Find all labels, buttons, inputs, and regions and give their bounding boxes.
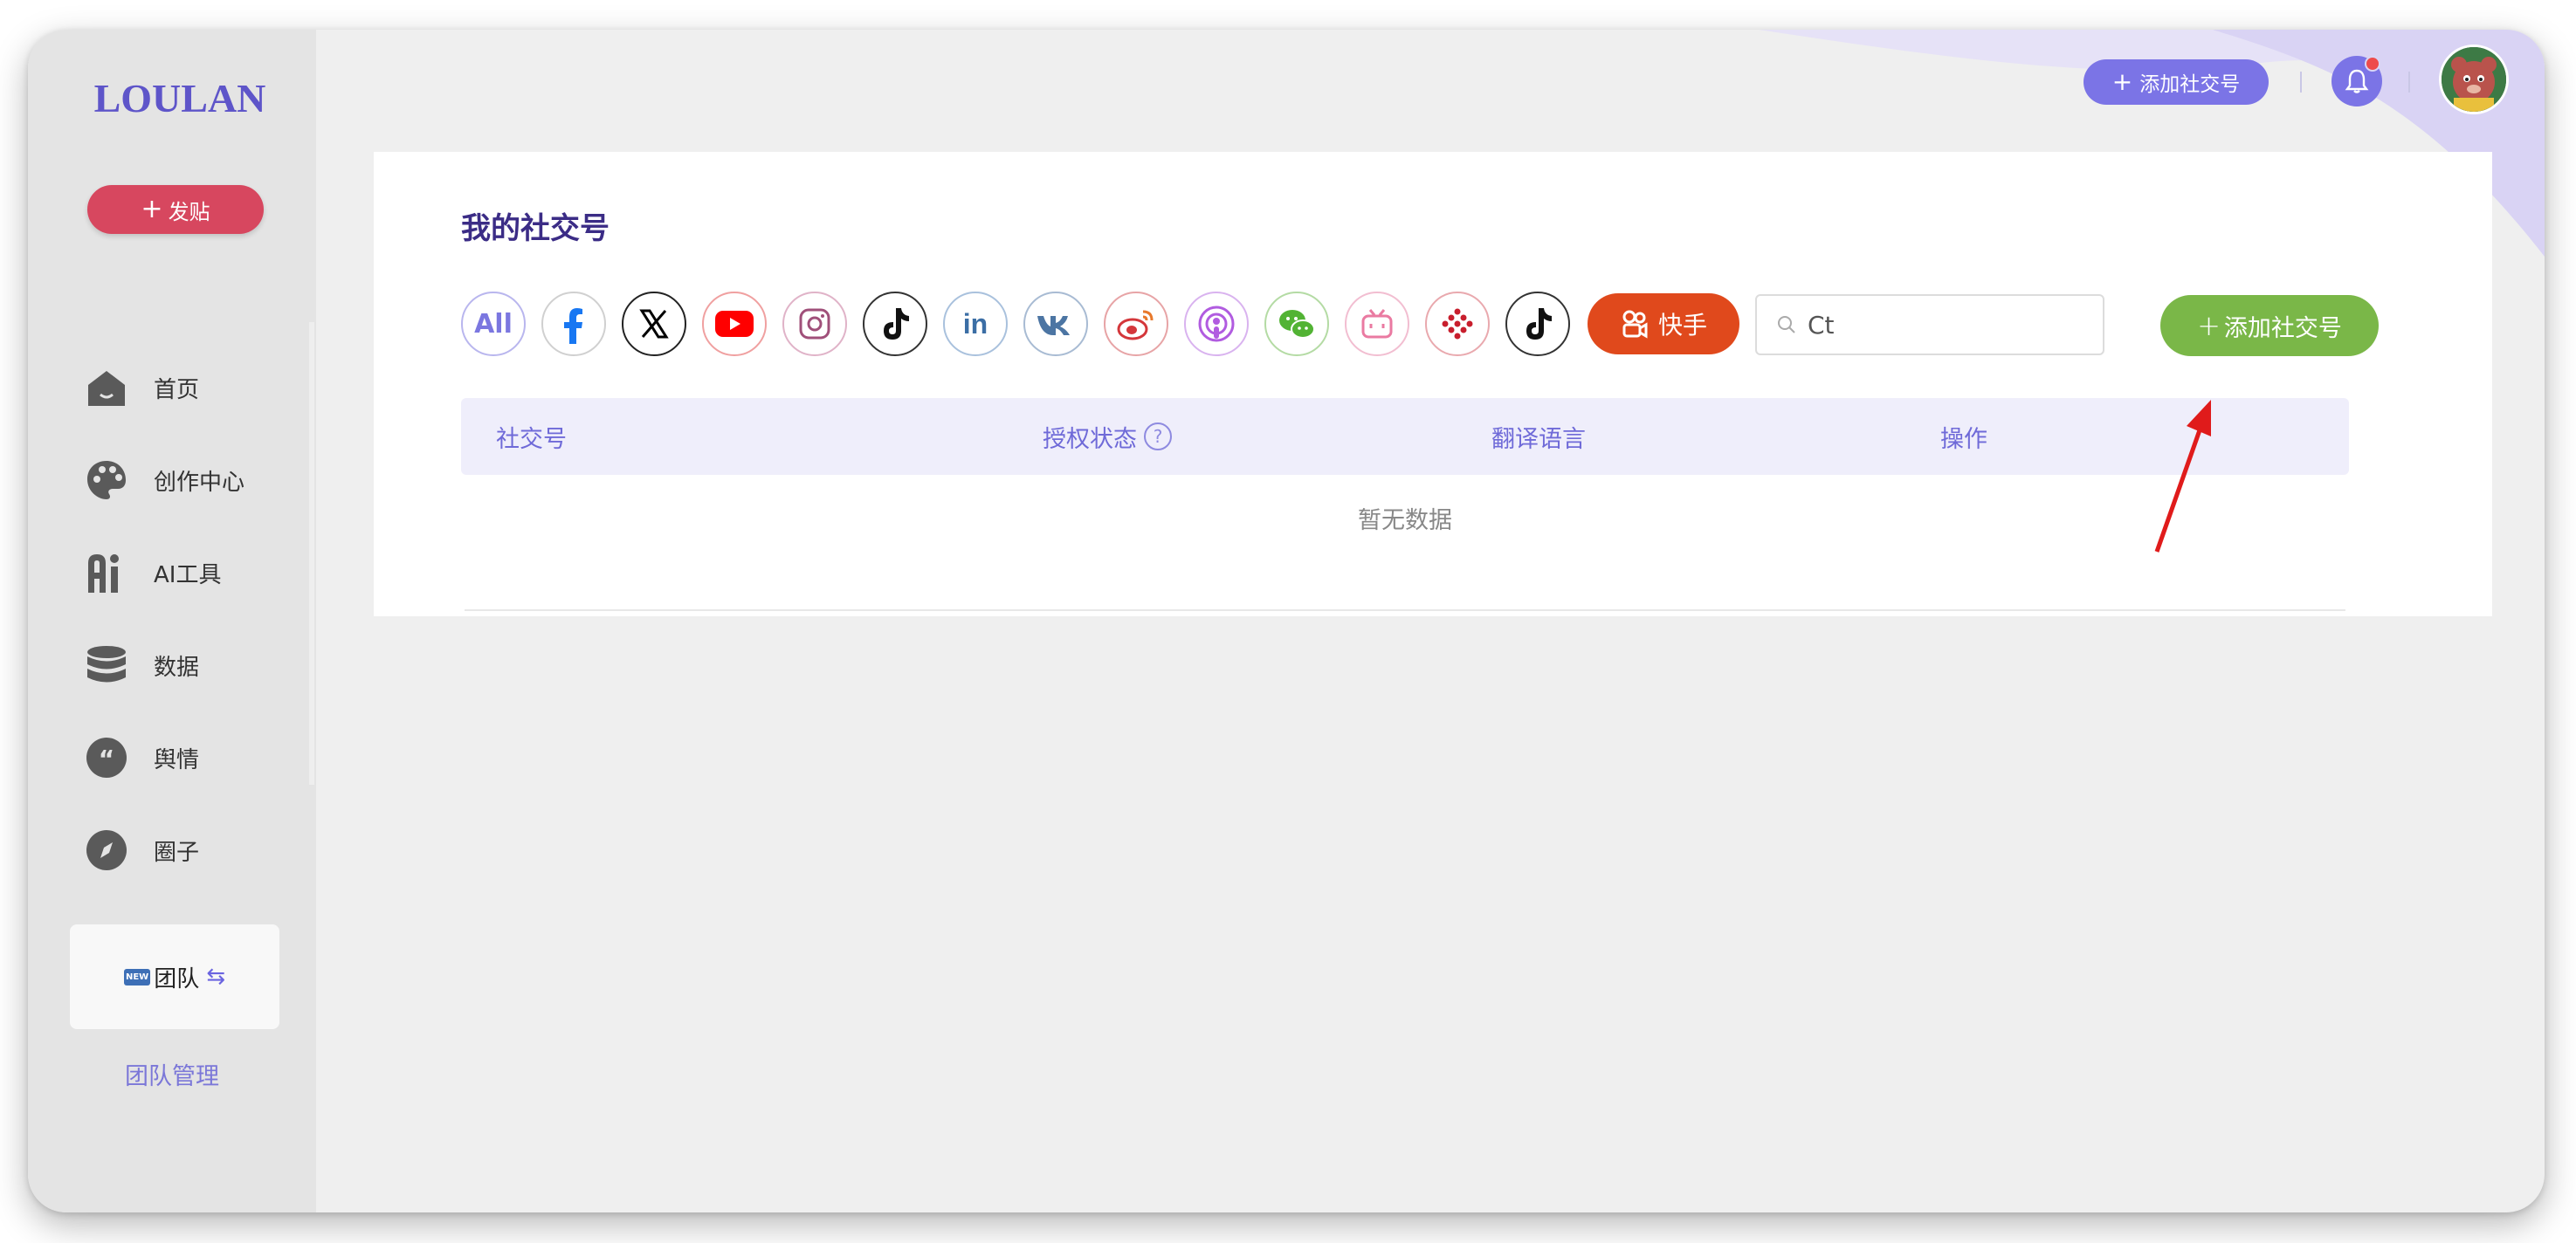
sidebar-item-home[interactable]: 首页 <box>84 361 199 414</box>
annotation-arrow <box>2154 400 2211 553</box>
svg-text:in: in <box>963 308 988 340</box>
search-icon <box>1778 316 1795 333</box>
vk-icon <box>1037 316 1070 335</box>
sidebar-item-label: 圈子 <box>154 839 200 866</box>
palette-icon <box>84 457 129 503</box>
new-badge: NEW <box>123 968 151 985</box>
table-bottom-border <box>465 609 2345 611</box>
table-header: 社交号 授权状态 ? 翻译语言 操作 <box>461 398 2349 475</box>
add-social-account-label: 添加社交号 <box>2223 314 2342 342</box>
platform-bilibili-button[interactable] <box>1345 292 1409 356</box>
avatar[interactable] <box>2439 45 2509 114</box>
column-header-label: 翻译语言 <box>1491 425 1586 453</box>
podcasts-icon <box>1198 306 1235 342</box>
platform-youtube-button[interactable] <box>702 292 767 356</box>
plus-icon: + <box>141 194 163 224</box>
search-input[interactable] <box>1808 310 2070 340</box>
instagram-icon <box>799 308 830 340</box>
column-header-auth-status: 授权状态 ? <box>1043 398 1172 475</box>
post-button[interactable]: + 发贴 <box>87 185 264 234</box>
column-header-account: 社交号 <box>496 398 567 475</box>
sidebar-item-label: 舆情 <box>154 746 200 773</box>
column-header-translation: 翻译语言 <box>1491 398 1586 475</box>
platform-kuaishou-button[interactable]: 快手 <box>1588 293 1739 354</box>
home-icon <box>84 365 129 410</box>
platform-all-label: All <box>474 308 513 340</box>
platform-x-button[interactable] <box>622 292 686 356</box>
tiktok-icon <box>884 308 909 340</box>
douyin-icon <box>1526 308 1552 340</box>
weibo-icon <box>1117 310 1154 340</box>
wechat-icon <box>1279 310 1315 339</box>
platform-dots-button[interactable] <box>1425 292 1490 356</box>
kuaishou-label: 快手 <box>1657 311 1707 340</box>
x-icon <box>639 309 669 339</box>
sidebar-divider <box>309 322 314 785</box>
sidebar-item-creation[interactable]: 创作中心 <box>84 454 245 506</box>
notification-dot <box>2365 56 2380 72</box>
kuaishou-icon <box>1622 310 1648 339</box>
header-separator <box>2300 72 2302 93</box>
platform-instagram-button[interactable] <box>782 292 847 356</box>
sidebar-item-sentiment[interactable]: “ 舆情 <box>84 731 199 784</box>
help-icon[interactable]: ? <box>1144 422 1172 450</box>
bell-icon <box>2345 69 2369 93</box>
platform-linkedin-button[interactable]: in <box>943 292 1008 356</box>
sidebar: LOULAN + 发贴 首页 创作中心 AI工具 数据 “ 舆情 圈子 NEW … <box>28 30 316 1212</box>
app-window: LOULAN + 发贴 首页 创作中心 AI工具 数据 “ 舆情 圈子 NEW … <box>28 30 2545 1212</box>
platform-podcasts-button[interactable] <box>1184 292 1249 356</box>
logo-text: LOULAN <box>94 76 266 120</box>
platform-tiktok-button[interactable] <box>863 292 927 356</box>
dots-grid-icon <box>1442 308 1473 340</box>
bilibili-icon <box>1361 309 1393 339</box>
page-title: 我的社交号 <box>461 211 610 246</box>
header-add-account-label: 添加社交号 <box>2139 73 2241 96</box>
platform-all-button[interactable]: All <box>461 292 526 356</box>
linkedin-icon: in <box>963 308 988 340</box>
sidebar-item-label: AI工具 <box>154 561 222 588</box>
header-add-account-button[interactable]: + 添加社交号 <box>2084 59 2269 105</box>
column-header-label: 社交号 <box>496 425 567 453</box>
swap-icon: ⇆ <box>206 964 226 990</box>
platform-facebook-button[interactable] <box>541 292 606 356</box>
team-switcher[interactable]: NEW 团队 ⇆ <box>70 924 279 1029</box>
youtube-icon <box>715 311 754 337</box>
search-box[interactable] <box>1755 294 2104 355</box>
platform-filter-bar: All in 快手 <box>461 292 1739 356</box>
quote-icon: “ <box>84 735 129 780</box>
ai-icon <box>84 550 129 595</box>
sidebar-item-circle[interactable]: 圈子 <box>84 824 199 876</box>
database-icon <box>84 642 129 688</box>
empty-state-text: 暂无数据 <box>1358 507 1452 534</box>
platform-wechat-button[interactable] <box>1264 292 1329 356</box>
platform-vk-button[interactable] <box>1023 292 1088 356</box>
svg-text:“: “ <box>99 745 114 773</box>
team-manage-link[interactable]: 团队管理 <box>28 1057 316 1091</box>
sidebar-item-data[interactable]: 数据 <box>84 639 199 691</box>
column-header-label: 授权状态 <box>1043 425 1137 453</box>
header-separator <box>2408 72 2410 93</box>
compass-icon <box>84 828 129 873</box>
sidebar-item-label: 数据 <box>154 654 200 681</box>
add-social-account-button[interactable]: + 添加社交号 <box>2160 295 2379 356</box>
plus-icon: + <box>2111 67 2133 96</box>
plus-icon: + <box>2197 309 2221 342</box>
logo[interactable]: LOULAN <box>75 73 285 126</box>
platform-douyin-button[interactable] <box>1505 292 1570 356</box>
column-header-actions: 操作 <box>1940 398 1987 475</box>
team-label: 团队 <box>154 965 200 992</box>
column-header-label: 操作 <box>1940 425 1987 453</box>
sidebar-item-label: 首页 <box>154 376 200 403</box>
platform-weibo-button[interactable] <box>1104 292 1168 356</box>
sidebar-item-label: 创作中心 <box>154 469 245 496</box>
post-button-label: 发贴 <box>168 199 210 224</box>
sidebar-item-ai-tools[interactable]: AI工具 <box>84 546 221 599</box>
facebook-icon <box>564 308 582 344</box>
